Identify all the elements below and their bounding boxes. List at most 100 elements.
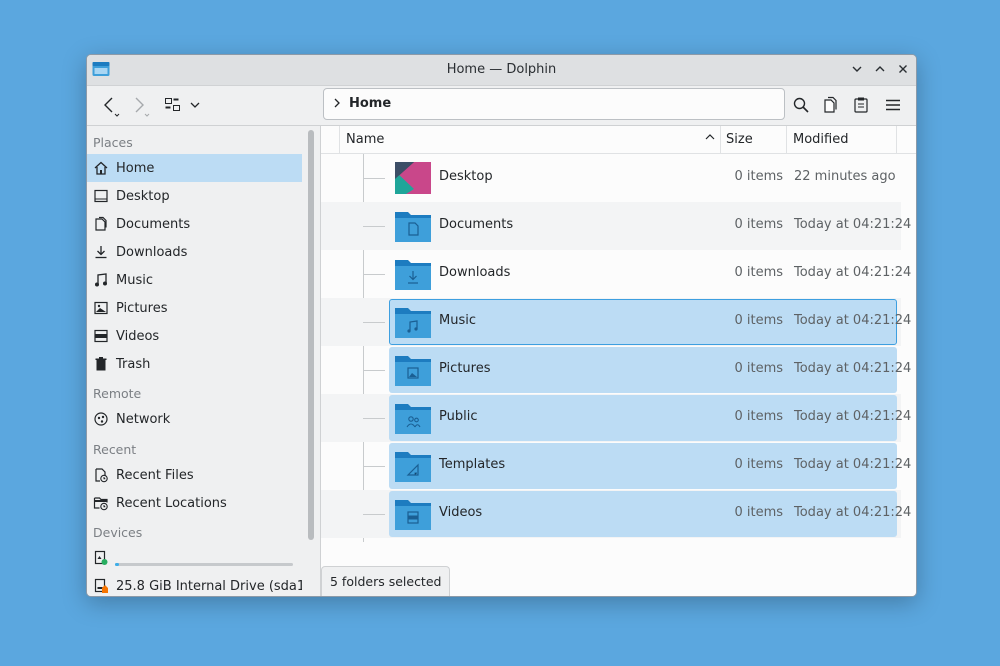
minimize-button[interactable] <box>847 59 867 79</box>
sidebar-item-home[interactable]: Home <box>87 154 302 182</box>
sidebar-item-internal-drive[interactable]: 25.8 GiB Internal Drive (sda1) <box>87 572 302 596</box>
sidebar-item-documents[interactable]: Documents <box>87 210 302 238</box>
column-modified-label: Modified <box>793 132 849 147</box>
search-icon[interactable] <box>791 95 811 115</box>
file-modified: Today at 04:21:24 <box>794 409 912 424</box>
sidebar-item-downloads[interactable]: Downloads <box>87 238 302 266</box>
file-row-music[interactable]: Music 0 items Today at 04:21:24 <box>321 298 911 346</box>
sort-ascending-icon <box>704 126 716 153</box>
view-mode-dropdown-icon[interactable] <box>188 98 202 112</box>
sidebar-item-label: Pictures <box>116 300 168 316</box>
file-row-templates[interactable]: Templates 0 items Today at 04:21:24 <box>321 442 911 490</box>
recent-files-icon <box>93 467 109 483</box>
breadcrumb-home[interactable]: Home <box>349 96 391 111</box>
maximize-button[interactable] <box>870 59 890 79</box>
templates-folder-icon <box>394 449 432 483</box>
public-folder-icon <box>394 401 432 435</box>
column-size[interactable]: Size <box>721 126 787 153</box>
file-row-documents[interactable]: Documents 0 items Today at 04:21:24 <box>321 202 911 250</box>
file-row-pictures[interactable]: Pictures 0 items Today at 04:21:24 <box>321 346 911 394</box>
sidebar-item-label: Trash <box>116 356 151 372</box>
section-places: Places <box>93 135 133 150</box>
title-bar: Home — Dolphin <box>87 55 916 86</box>
view-mode-icon[interactable] <box>163 95 183 115</box>
sidebar-item-label: Recent Locations <box>116 495 227 511</box>
sidebar-item-trash[interactable]: Trash <box>87 350 302 378</box>
file-modified: 22 minutes ago <box>794 169 896 184</box>
file-modified: Today at 04:21:24 <box>794 217 912 232</box>
removable-drive-icon <box>93 550 109 566</box>
sidebar-item-label: Network <box>116 411 171 427</box>
close-button[interactable] <box>893 59 913 79</box>
sidebar-item-removable-drive[interactable] <box>87 543 302 573</box>
home-icon <box>93 160 109 176</box>
sidebar-item-network[interactable]: Network <box>87 405 302 433</box>
sidebar-item-music[interactable]: Music <box>87 266 302 294</box>
desktop-icon <box>93 188 109 204</box>
sidebar-scrollbar-thumb[interactable] <box>308 130 314 540</box>
hamburger-menu-icon[interactable] <box>883 95 903 115</box>
status-bar: 5 folders selected <box>321 566 451 596</box>
paste-icon[interactable] <box>851 95 871 115</box>
file-view[interactable]: Name Size Modified Desktop 0 items 22 mi… <box>321 126 916 596</box>
file-size: 0 items <box>734 409 783 424</box>
recent-locations-icon <box>93 495 109 511</box>
tree-branch <box>363 466 385 467</box>
file-row-desktop[interactable]: Desktop 0 items 22 minutes ago <box>321 154 901 202</box>
file-modified: Today at 04:21:24 <box>794 313 912 328</box>
sidebar-item-pictures[interactable]: Pictures <box>87 294 302 322</box>
sidebar-item-label: 25.8 GiB Internal Drive (sda1) <box>116 578 302 594</box>
sidebar-item-label: Desktop <box>116 188 170 204</box>
column-name-label: Name <box>346 132 385 147</box>
file-size: 0 items <box>734 457 783 472</box>
sidebar-item-recent-locations[interactable]: Recent Locations <box>87 489 302 517</box>
tree-branch <box>363 418 385 419</box>
file-size: 0 items <box>734 169 783 184</box>
tree-branch <box>363 226 385 227</box>
file-row-downloads[interactable]: Downloads 0 items Today at 04:21:24 <box>321 250 911 298</box>
file-modified: Today at 04:21:24 <box>794 265 912 280</box>
file-name: Public <box>439 409 478 424</box>
copy-icon[interactable] <box>821 95 841 115</box>
sidebar-scrollbar[interactable] <box>305 128 315 594</box>
toolbar: Home <box>87 86 916 126</box>
file-size: 0 items <box>734 313 783 328</box>
section-devices: Devices <box>93 525 143 540</box>
breadcrumb-chevron-icon[interactable] <box>332 96 342 114</box>
sidebar-item-desktop[interactable]: Desktop <box>87 182 302 210</box>
column-name[interactable]: Name <box>339 126 721 153</box>
desktop-folder-icon <box>394 161 432 195</box>
file-name: Desktop <box>439 169 493 184</box>
file-name: Documents <box>439 217 514 232</box>
column-header: Name Size Modified <box>321 126 916 154</box>
downloads-icon <box>93 244 109 260</box>
sidebar-item-label: Home <box>116 160 155 176</box>
sidebar-item-label: Documents <box>116 216 191 232</box>
sidebar-item-label: Recent Files <box>116 467 194 483</box>
capacity-bar-fill <box>115 563 119 566</box>
column-modified[interactable]: Modified <box>787 126 897 153</box>
file-name: Downloads <box>439 265 511 280</box>
dolphin-window: Home — Dolphin Home Places Home Desktop … <box>86 54 917 597</box>
forward-button[interactable] <box>131 94 153 118</box>
file-row-public[interactable]: Public 0 items Today at 04:21:24 <box>321 394 911 442</box>
file-modified: Today at 04:21:24 <box>794 505 912 520</box>
file-size: 0 items <box>734 361 783 376</box>
location-bar[interactable]: Home <box>323 88 785 120</box>
tree-branch <box>363 322 385 323</box>
file-row-videos[interactable]: Videos 0 items Today at 04:21:24 <box>321 490 911 538</box>
sidebar-item-recent-files[interactable]: Recent Files <box>87 461 302 489</box>
file-name: Videos <box>439 505 483 520</box>
sidebar-item-label: Videos <box>116 328 160 344</box>
tree-branch <box>363 370 385 371</box>
file-size: 0 items <box>734 505 783 520</box>
sidebar-item-label: Downloads <box>116 244 188 260</box>
documents-folder-icon <box>394 209 432 243</box>
videos-icon <box>93 328 109 344</box>
sidebar-item-videos[interactable]: Videos <box>87 322 302 350</box>
tree-branch <box>363 274 385 275</box>
internal-drive-icon <box>93 578 109 594</box>
back-button[interactable] <box>101 94 123 118</box>
capacity-bar <box>115 563 293 566</box>
pictures-icon <box>93 300 109 316</box>
